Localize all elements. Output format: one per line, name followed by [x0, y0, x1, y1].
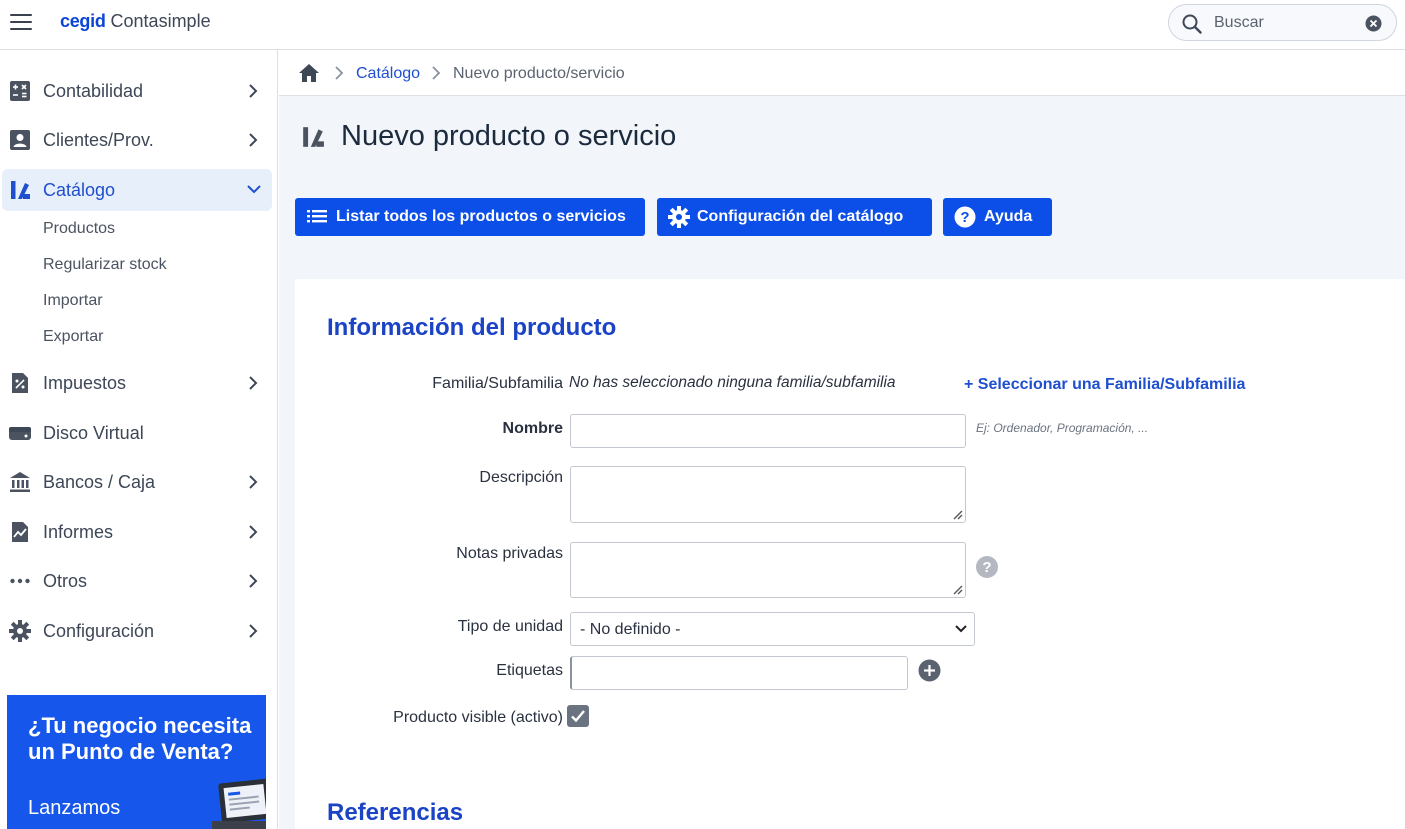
chevron-right-icon: [249, 475, 258, 489]
sidebar-item-label: Disco Virtual: [43, 423, 144, 443]
top-bar: cegid Contasimple: [0, 0, 1405, 50]
sidebar-item-label: Informes: [43, 522, 114, 542]
chevron-right-icon: [249, 624, 258, 638]
svg-text:?: ?: [960, 209, 969, 226]
chevron-right-icon: [249, 376, 258, 390]
sidebar: Contabilidad Clientes/Prov. Catálogo Pro…: [0, 50, 278, 829]
sidebar-item-label: Catálogo: [43, 180, 116, 200]
brand-app: Contasimple: [110, 11, 211, 31]
product-form-card: Información del producto Familia/Subfami…: [295, 279, 1405, 829]
chevron-down-icon: [247, 185, 261, 194]
add-tag-plus-icon[interactable]: [918, 659, 941, 682]
calculator-icon: [10, 81, 30, 101]
button-label: Listar todos los productos o servicios: [336, 208, 626, 225]
name-hint: Ej: Ordenador, Programación, ...: [976, 421, 1149, 435]
sidebar-subitem-importar[interactable]: Importar: [43, 292, 103, 310]
help-question-icon: ?: [954, 206, 976, 228]
sidebar-item-informes[interactable]: Informes: [2, 511, 272, 553]
visible-label: Producto visible (activo): [393, 709, 563, 726]
report-chart-icon: [12, 522, 28, 542]
help-question-icon[interactable]: ?: [976, 556, 998, 578]
name-label: Nombre: [502, 420, 563, 437]
sidebar-item-label: Impuestos: [43, 373, 127, 393]
sidebar-item-catalogo[interactable]: Catálogo: [2, 169, 272, 211]
visible-checkbox[interactable]: [567, 705, 589, 727]
sidebar-item-disco-virtual[interactable]: Disco Virtual: [2, 412, 272, 454]
button-label: Ayuda: [984, 208, 1033, 225]
catalog-icon: [303, 127, 324, 147]
bank-icon: [10, 472, 30, 492]
tags-field[interactable]: [570, 656, 908, 690]
private-notes-label: Notas privadas: [456, 545, 563, 562]
search-icon[interactable]: [1182, 14, 1202, 34]
pos-terminal-illustration: [212, 778, 266, 829]
chevron-right-icon: [335, 66, 344, 80]
section-title-product-info: Información del producto: [327, 314, 617, 341]
sidebar-subitem-exportar[interactable]: Exportar: [43, 328, 103, 346]
private-notes-textarea[interactable]: [570, 542, 966, 598]
promo-subtitle: Lanzamos: [28, 797, 121, 819]
home-icon[interactable]: [298, 63, 320, 83]
chevron-right-icon: [249, 84, 258, 98]
sidebar-subitem-productos[interactable]: Productos: [43, 220, 115, 238]
sidebar-item-label: Clientes/Prov.: [43, 130, 154, 150]
select-family-link[interactable]: + Seleccionar una Familia/Subfamilia: [964, 376, 1245, 394]
resize-handle-icon[interactable]: [953, 510, 963, 520]
chevron-right-icon: [432, 66, 441, 80]
help-button[interactable]: ? Ayuda: [943, 198, 1052, 236]
section-title-references: Referencias: [327, 799, 464, 826]
description-label: Descripción: [479, 469, 563, 486]
breadcrumb-current: Nuevo producto/servicio: [453, 65, 625, 82]
promo-title: ¿Tu negocio necesita un Punto de Venta?: [28, 713, 252, 764]
catalog-config-button[interactable]: Configuración del catálogo: [657, 198, 932, 236]
name-field[interactable]: [570, 414, 966, 448]
breadcrumb-link-catalogo[interactable]: Catálogo: [356, 65, 420, 83]
family-value: No has seleccionado ninguna familia/subf…: [569, 374, 896, 391]
search-box: [1168, 4, 1397, 41]
chevron-right-icon: [249, 525, 258, 539]
sidebar-item-label: Contabilidad: [43, 81, 144, 101]
search-input[interactable]: [1214, 13, 1354, 33]
tax-document-icon: [12, 373, 28, 393]
chevron-down-icon: [955, 625, 967, 633]
sidebar-item-configuracion[interactable]: Configuración: [2, 610, 272, 652]
svg-text:?: ?: [982, 559, 991, 576]
button-label: Configuración del catálogo: [697, 208, 904, 225]
sidebar-item-impuestos[interactable]: Impuestos: [2, 362, 272, 404]
chevron-right-icon: [249, 133, 258, 147]
sidebar-item-label: Otros: [43, 571, 88, 591]
chevron-right-icon: [249, 574, 258, 588]
gear-icon: [668, 206, 690, 228]
contact-card-icon: [10, 130, 30, 150]
checkmark-icon: [571, 710, 585, 723]
main-content: Catálogo Nuevo producto/servicio Nuevo p…: [279, 50, 1405, 829]
catalog-icon: [11, 181, 30, 199]
list-icon: [307, 210, 327, 223]
hamburger-menu-icon[interactable]: [10, 14, 32, 32]
sidebar-item-contabilidad[interactable]: Contabilidad: [2, 70, 272, 112]
list-all-products-button[interactable]: Listar todos los productos o servicios: [295, 198, 645, 236]
sidebar-item-clientes[interactable]: Clientes/Prov.: [2, 119, 272, 161]
hard-drive-icon: [9, 427, 31, 440]
sidebar-item-label: Bancos / Caja: [43, 472, 156, 492]
description-textarea[interactable]: [570, 466, 966, 523]
gear-icon: [9, 620, 31, 642]
sidebar-item-otros[interactable]: Otros: [2, 560, 272, 602]
promo-banner[interactable]: ¿Tu negocio necesita un Punto de Venta? …: [7, 695, 266, 829]
brand-company: cegid: [60, 11, 106, 31]
more-dots-icon: [10, 578, 30, 584]
unit-type-value: - No definido -: [580, 621, 681, 638]
unit-type-label: Tipo de unidad: [457, 618, 563, 635]
sidebar-item-bancos-caja[interactable]: Bancos / Caja: [2, 461, 272, 503]
brand-logo[interactable]: cegid Contasimple: [60, 11, 211, 32]
tags-label: Etiquetas: [496, 662, 563, 679]
clear-search-icon[interactable]: [1365, 15, 1382, 32]
family-label: Familia/Subfamilia: [432, 375, 563, 392]
resize-handle-icon[interactable]: [953, 585, 963, 595]
sidebar-subitem-regularizar-stock[interactable]: Regularizar stock: [43, 256, 167, 274]
unit-type-select[interactable]: - No definido -: [570, 612, 975, 646]
sidebar-item-label: Configuración: [43, 621, 155, 641]
page-title: Nuevo producto o servicio: [341, 120, 677, 152]
breadcrumb: Catálogo Nuevo producto/servicio: [279, 50, 1405, 96]
